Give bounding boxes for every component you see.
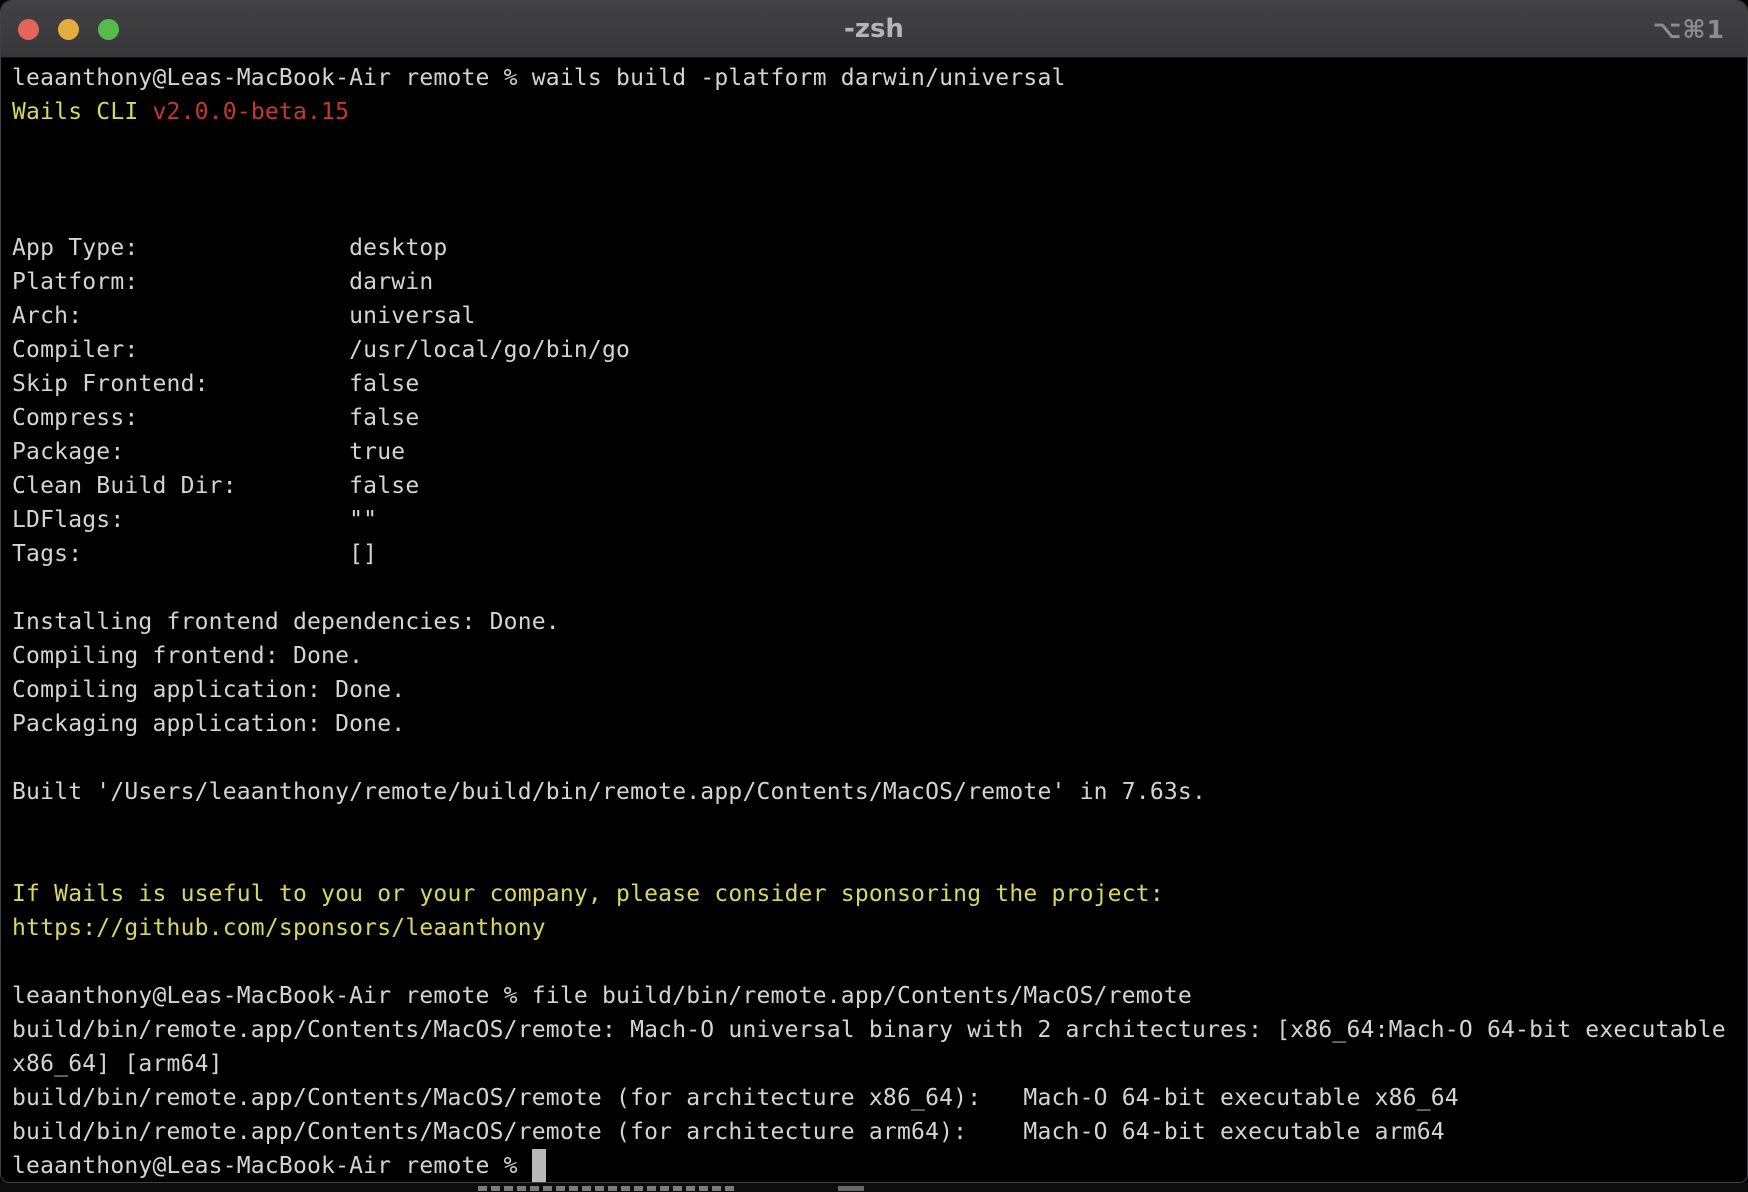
terminal-line	[12, 163, 1747, 197]
terminal-text: App Type: desktop	[12, 235, 447, 261]
terminal-line	[12, 809, 1747, 843]
terminal-line: LDFlags: ""	[12, 503, 1747, 537]
terminal-text: build/bin/remote.app/Contents/MacOS/remo…	[12, 1017, 1726, 1043]
terminal-text: If Wails is useful to you or your compan…	[12, 881, 1164, 907]
terminal-text: Packaging application: Done.	[12, 711, 405, 737]
titlebar[interactable]: -zsh ⌥⌘1	[1, 1, 1747, 58]
terminal-text: build/bin/remote.app/Contents/MacOS/remo…	[12, 1085, 1459, 1111]
terminal-text: leaanthony@Leas-MacBook-Air remote % fil…	[12, 983, 1192, 1009]
terminal-line: Built '/Users/leaanthony/remote/build/bi…	[12, 775, 1747, 809]
terminal-line: build/bin/remote.app/Contents/MacOS/remo…	[12, 1115, 1747, 1149]
close-button[interactable]	[18, 19, 39, 40]
terminal-text: Clean Build Dir: false	[12, 473, 419, 499]
terminal-line: Installing frontend dependencies: Done.	[12, 605, 1747, 639]
terminal-line: Arch: universal	[12, 299, 1747, 333]
terminal-line	[12, 571, 1747, 605]
terminal-line	[12, 129, 1747, 163]
terminal-text: x86_64] [arm64]	[12, 1051, 223, 1077]
terminal-window: -zsh ⌥⌘1 leaanthony@Leas-MacBook-Air rem…	[0, 0, 1748, 1183]
terminal-line: If Wails is useful to you or your compan…	[12, 877, 1747, 911]
zoom-button[interactable]	[98, 19, 119, 40]
terminal-text: Compress: false	[12, 405, 419, 431]
terminal-line: build/bin/remote.app/Contents/MacOS/remo…	[12, 1013, 1747, 1047]
terminal-line: Compiling frontend: Done.	[12, 639, 1747, 673]
terminal-text: Built '/Users/leaanthony/remote/build/bi…	[12, 779, 1206, 805]
terminal-line: Skip Frontend: false	[12, 367, 1747, 401]
terminal-text: Compiling frontend: Done.	[12, 643, 363, 669]
terminal-text: Wails CLI	[12, 99, 152, 125]
terminal-text: Compiler: /usr/local/go/bin/go	[12, 337, 630, 363]
terminal-cursor	[532, 1149, 546, 1183]
terminal-line: Package: true	[12, 435, 1747, 469]
background-window-sliver	[0, 1183, 1748, 1192]
terminal-text: Tags: []	[12, 541, 377, 567]
terminal-line: build/bin/remote.app/Contents/MacOS/remo…	[12, 1081, 1747, 1115]
terminal-text: v2.0.0-beta.15	[152, 99, 349, 125]
terminal-line	[12, 197, 1747, 231]
terminal-line: Wails CLI v2.0.0-beta.15	[12, 95, 1747, 129]
terminal-line	[12, 843, 1747, 877]
background-window-text-fragments	[478, 1186, 734, 1191]
minimize-button[interactable]	[58, 19, 79, 40]
terminal-line: leaanthony@Leas-MacBook-Air remote % fil…	[12, 979, 1747, 1013]
terminal-line: Tags: []	[12, 537, 1747, 571]
terminal-text: Skip Frontend: false	[12, 371, 419, 397]
terminal-line: Compress: false	[12, 401, 1747, 435]
terminal-line	[12, 741, 1747, 775]
terminal-text: Platform: darwin	[12, 269, 433, 295]
terminal-text: Package: true	[12, 439, 405, 465]
tab-shortcut-badge: ⌥⌘1	[1653, 1, 1725, 57]
terminal-text: LDFlags: ""	[12, 507, 377, 533]
terminal-text: Installing frontend dependencies: Done.	[12, 609, 560, 635]
traffic-lights	[18, 1, 119, 57]
terminal-text: leaanthony@Leas-MacBook-Air remote %	[12, 1153, 532, 1179]
terminal-line: leaanthony@Leas-MacBook-Air remote %	[12, 1149, 1747, 1183]
terminal-line: Compiling application: Done.	[12, 673, 1747, 707]
terminal-line: App Type: desktop	[12, 231, 1747, 265]
terminal-text: https://github.com/sponsors/leaanthony	[12, 915, 546, 941]
terminal-line: Platform: darwin	[12, 265, 1747, 299]
terminal-line: leaanthony@Leas-MacBook-Air remote % wai…	[12, 61, 1747, 95]
terminal-line: x86_64] [arm64]	[12, 1047, 1747, 1081]
window-title: -zsh	[844, 14, 904, 44]
terminal-line: Compiler: /usr/local/go/bin/go	[12, 333, 1747, 367]
terminal-line: Clean Build Dir: false	[12, 469, 1747, 503]
terminal-line: https://github.com/sponsors/leaanthony	[12, 911, 1747, 945]
terminal-text: leaanthony@Leas-MacBook-Air remote % wai…	[12, 65, 1066, 91]
terminal-output[interactable]: leaanthony@Leas-MacBook-Air remote % wai…	[1, 58, 1747, 1183]
terminal-text: Arch: universal	[12, 303, 476, 329]
background-window-text-fragment	[838, 1186, 864, 1191]
terminal-line: Packaging application: Done.	[12, 707, 1747, 741]
terminal-text: build/bin/remote.app/Contents/MacOS/remo…	[12, 1119, 1445, 1145]
terminal-line	[12, 945, 1747, 979]
terminal-text: Compiling application: Done.	[12, 677, 405, 703]
